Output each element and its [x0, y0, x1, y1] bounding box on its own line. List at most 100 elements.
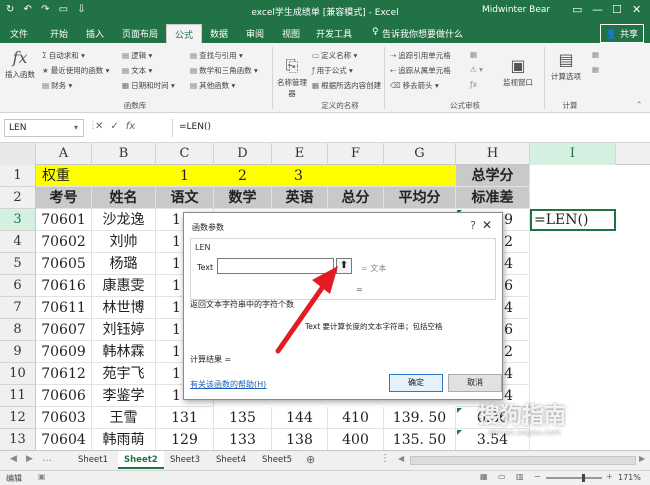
column-header-b[interactable]: B: [92, 143, 156, 165]
cell-a1[interactable]: 权重: [36, 165, 92, 187]
close-window-icon[interactable]: ✕: [632, 3, 641, 16]
define-name-button[interactable]: ▭ 定义名称 ▾: [312, 50, 357, 61]
text-button[interactable]: ▤ 文本 ▾: [122, 65, 152, 76]
column-header-g[interactable]: G: [384, 143, 456, 165]
cell-b13[interactable]: 韩雨萌: [92, 429, 156, 451]
tab-review[interactable]: 审阅: [246, 27, 264, 40]
cell-b5[interactable]: 杨璐: [92, 253, 156, 275]
row-header-10[interactable]: 10: [0, 363, 36, 385]
sheet-tab-2[interactable]: Sheet2: [118, 451, 164, 469]
lookup-button[interactable]: ▤ 查找与引用 ▾: [190, 50, 243, 61]
fx-icon[interactable]: fx: [126, 121, 135, 132]
cell-g1[interactable]: [384, 165, 456, 187]
column-header-e[interactable]: E: [272, 143, 328, 165]
tab-insert[interactable]: 插入: [86, 27, 104, 40]
cell-d12[interactable]: 135: [214, 407, 272, 429]
error-check-icon[interactable]: ⚠ ▾: [470, 65, 483, 74]
page-break-icon[interactable]: ▥: [516, 472, 524, 481]
ribbon-display-icon[interactable]: ▭: [572, 3, 582, 16]
text-argument-input[interactable]: [217, 258, 334, 274]
cell-a13[interactable]: 70604: [36, 429, 92, 451]
cell-g2[interactable]: 平均分: [384, 187, 456, 209]
row-header-8[interactable]: 8: [0, 319, 36, 341]
zoom-in-icon[interactable]: +: [606, 472, 613, 481]
trace-precedents-button[interactable]: ⇢ 追踪引用单元格: [390, 50, 451, 61]
cell-b6[interactable]: 康惠雯: [92, 275, 156, 297]
cell-b7[interactable]: 林世博: [92, 297, 156, 319]
name-box[interactable]: LEN: [4, 119, 84, 137]
column-header-i[interactable]: I: [530, 143, 616, 165]
row-header-12[interactable]: 12: [0, 407, 36, 429]
cell-a3[interactable]: 70601: [36, 209, 92, 231]
sheet-tab-5[interactable]: Sheet5: [256, 451, 298, 469]
cell-a6[interactable]: 70616: [36, 275, 92, 297]
row-header-5[interactable]: 5: [0, 253, 36, 275]
add-sheet-icon[interactable]: ⊕: [306, 453, 315, 466]
finance-button[interactable]: ▤ 财务 ▾: [42, 80, 72, 91]
select-all-corner[interactable]: [0, 143, 36, 165]
tab-data[interactable]: 数据: [210, 27, 228, 40]
column-header-f[interactable]: F: [328, 143, 384, 165]
cell-d13[interactable]: 133: [214, 429, 272, 451]
cell-e12[interactable]: 144: [272, 407, 328, 429]
cell-a4[interactable]: 70602: [36, 231, 92, 253]
trace-dependents-button[interactable]: ⇠ 追踪从属单元格: [390, 65, 451, 76]
cell-a7[interactable]: 70611: [36, 297, 92, 319]
cell-e13[interactable]: 138: [272, 429, 328, 451]
scroll-left-icon[interactable]: ◀: [10, 454, 17, 464]
macro-record-icon[interactable]: ▣: [38, 472, 46, 481]
collapse-ribbon-icon[interactable]: ⌃: [636, 100, 642, 109]
help-link[interactable]: 有关该函数的帮助(H): [190, 379, 266, 390]
insert-function-button[interactable]: fx 插入函数: [4, 47, 36, 80]
zoom-slider[interactable]: [546, 477, 602, 479]
cell-a11[interactable]: 70606: [36, 385, 92, 407]
row-header-1[interactable]: 1: [0, 165, 36, 187]
cell-h2[interactable]: 标准差: [456, 187, 530, 209]
minimize-icon[interactable]: —: [592, 3, 603, 16]
help-icon[interactable]: ?: [470, 219, 476, 232]
cell-c12[interactable]: 131: [156, 407, 214, 429]
active-cell-i3[interactable]: =LEN(): [530, 209, 616, 231]
logical-button[interactable]: ▤ 逻辑 ▾: [122, 50, 152, 61]
enter-icon[interactable]: ✓: [110, 121, 125, 132]
formula-input[interactable]: =LEN(): [172, 119, 642, 137]
error-indicator-icon[interactable]: [457, 430, 462, 435]
cell-c13[interactable]: 129: [156, 429, 214, 451]
more-sheets-icon[interactable]: …: [42, 453, 52, 464]
sheet-tab-3[interactable]: Sheet3: [164, 451, 206, 469]
resize-handle-icon[interactable]: ⋮: [380, 453, 390, 464]
user-name[interactable]: Midwinter Bear: [482, 5, 550, 15]
use-in-formula-button[interactable]: ƒ 用于公式 ▾: [312, 65, 353, 76]
cell-b3[interactable]: 沙龙逸: [92, 209, 156, 231]
row-header-4[interactable]: 4: [0, 231, 36, 253]
cell-b12[interactable]: 王雪: [92, 407, 156, 429]
tab-home[interactable]: 开始: [50, 27, 68, 40]
cell-a2[interactable]: 考号: [36, 187, 92, 209]
cell-b4[interactable]: 刘帅: [92, 231, 156, 253]
cell-f12[interactable]: 410: [328, 407, 384, 429]
tab-page-layout[interactable]: 页面布局: [122, 27, 158, 40]
cell-h1[interactable]: 总学分: [456, 165, 530, 187]
watch-window-button[interactable]: ▣ 监视窗口: [498, 55, 538, 88]
cell-a9[interactable]: 70609: [36, 341, 92, 363]
cell-d2[interactable]: 数学: [214, 187, 272, 209]
cell-a10[interactable]: 70612: [36, 363, 92, 385]
evaluate-formula-icon[interactable]: ƒx: [470, 80, 477, 89]
cell-d1[interactable]: 2: [214, 165, 272, 187]
cell-e1[interactable]: 3: [272, 165, 328, 187]
cell-g13[interactable]: 135. 50: [384, 429, 456, 451]
row-header-6[interactable]: 6: [0, 275, 36, 297]
cell-b10[interactable]: 苑宇飞: [92, 363, 156, 385]
math-button[interactable]: ▤ 数学和三角函数 ▾: [190, 65, 258, 76]
other-functions-button[interactable]: ▤ 其他函数 ▾: [190, 80, 235, 91]
datetime-button[interactable]: ▦ 日期和时间 ▾: [122, 80, 175, 91]
collapse-dialog-button[interactable]: ⬆: [336, 258, 352, 274]
maximize-icon[interactable]: ☐: [612, 3, 622, 16]
scroll-right-icon[interactable]: ▶: [26, 454, 33, 464]
row-header-7[interactable]: 7: [0, 297, 36, 319]
calc-now-icon[interactable]: ▦: [592, 50, 599, 59]
cell-a5[interactable]: 70605: [36, 253, 92, 275]
chevron-down-icon[interactable]: ▾: [74, 123, 78, 132]
horizontal-scrollbar[interactable]: [410, 456, 636, 465]
autosum-button[interactable]: Σ 自动求和 ▾: [42, 50, 85, 61]
